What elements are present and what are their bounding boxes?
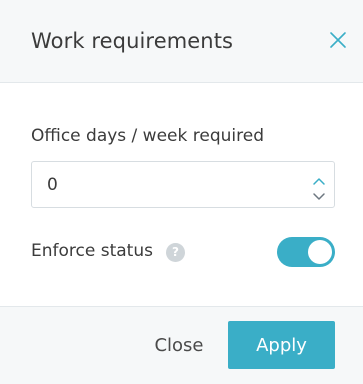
dialog-body: Office days / week required Enforce stat… [0,83,363,306]
question-mark-icon[interactable]: ? [166,243,185,262]
office-days-stepper [31,161,335,208]
work-requirements-dialog: Work requirements Office days / week req… [0,0,363,384]
dialog-footer: Close Apply [0,306,363,384]
close-icon[interactable] [328,30,348,50]
office-days-input[interactable] [47,174,287,196]
dialog-header: Work requirements [0,0,363,83]
enforce-status-toggle[interactable] [277,237,335,267]
close-button[interactable]: Close [140,321,218,369]
chevron-down-icon[interactable] [312,187,326,200]
dialog-title: Work requirements [31,29,234,53]
toggle-knob [308,240,332,264]
office-days-label: Office days / week required [31,126,264,146]
enforce-status-label: Enforce status [31,241,153,261]
chevron-up-icon[interactable] [312,171,326,185]
apply-button[interactable]: Apply [228,321,335,369]
